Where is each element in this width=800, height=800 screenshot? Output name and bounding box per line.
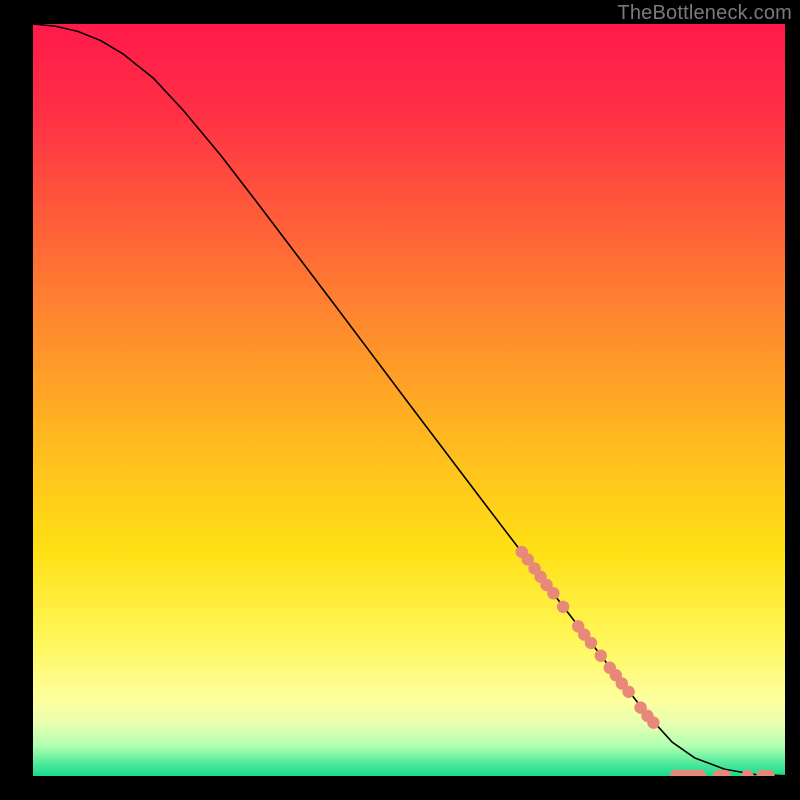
data-point	[595, 649, 607, 661]
chart-plot-area	[33, 24, 785, 776]
attribution-label: TheBottleneck.com	[617, 2, 792, 25]
data-point	[585, 637, 597, 649]
chart-svg	[33, 24, 785, 776]
data-point	[622, 686, 634, 698]
data-point	[547, 587, 559, 599]
gradient-background	[33, 24, 785, 776]
data-point	[557, 601, 569, 613]
data-point	[647, 716, 659, 728]
